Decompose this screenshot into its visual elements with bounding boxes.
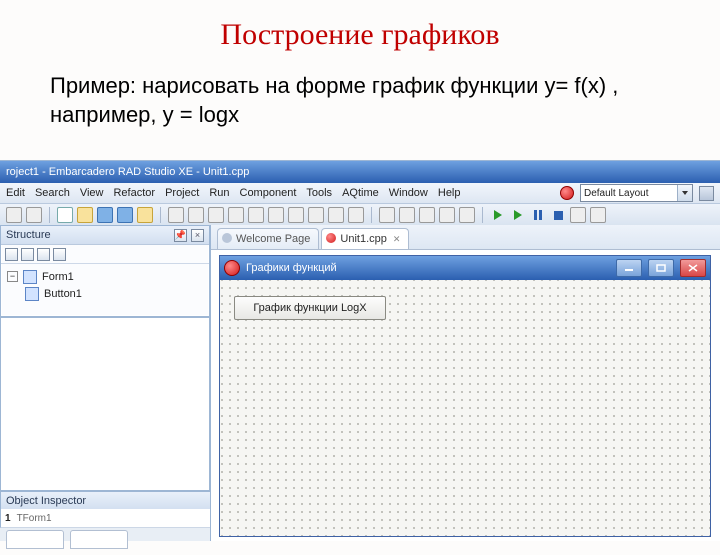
tab-unit1-cpp[interactable]: Unit1.cpp ✕ <box>321 228 409 249</box>
save-button[interactable] <box>97 207 113 223</box>
pause-button[interactable] <box>530 207 546 223</box>
new-button[interactable] <box>57 207 73 223</box>
step-into-button[interactable] <box>590 207 606 223</box>
ide-screenshot: roject1 - Embarcadero RAD Studio XE - Un… <box>0 160 720 541</box>
slide-title: Построение графиков <box>0 0 720 52</box>
tab-label: Unit1.cpp <box>340 233 386 245</box>
tab-label: Welcome Page <box>236 233 310 245</box>
save-layout-icon[interactable] <box>699 186 714 201</box>
editor-area: Welcome Page Unit1.cpp ✕ Графики функций <box>210 225 720 541</box>
toolbar-button[interactable] <box>328 207 344 223</box>
toolbar-button[interactable] <box>348 207 364 223</box>
toolbar-button[interactable] <box>168 207 184 223</box>
forward-button[interactable] <box>26 207 42 223</box>
menu-project[interactable]: Project <box>165 187 199 199</box>
toolbar-button[interactable] <box>379 207 395 223</box>
component-type: TForm1 <box>17 513 52 524</box>
object-inspector-label: Object Inspector <box>6 495 86 507</box>
structure-tool-icon[interactable] <box>21 248 34 261</box>
separator <box>482 207 483 223</box>
menu-window[interactable]: Window <box>389 187 428 199</box>
step-over-button[interactable] <box>570 207 586 223</box>
toolbar-button[interactable] <box>208 207 224 223</box>
chevron-down-icon <box>677 185 692 201</box>
home-icon <box>222 233 232 243</box>
run-button[interactable] <box>490 207 506 223</box>
run-no-debug-button[interactable] <box>510 207 526 223</box>
ide-window-title: roject1 - Embarcadero RAD Studio XE - Un… <box>6 166 249 178</box>
form-titlebar: Графики функций <box>220 256 710 280</box>
app-icon <box>224 260 240 276</box>
ide-menu-bar: Edit Search View Refactor Project Run Co… <box>0 183 720 204</box>
layout-dropdown[interactable]: Default Layout <box>580 184 693 202</box>
open-project-button[interactable] <box>137 207 153 223</box>
menu-edit[interactable]: Edit <box>6 187 25 199</box>
collapse-icon[interactable]: − <box>7 271 18 282</box>
menu-view[interactable]: View <box>80 187 104 199</box>
inspector-tabs <box>0 527 220 555</box>
structure-panel-title: Structure 📌 × <box>1 226 209 245</box>
form-caption: Графики функций <box>246 262 337 274</box>
slide-body: Пример: нарисовать на форме график функц… <box>0 52 720 139</box>
menu-refactor[interactable]: Refactor <box>113 187 155 199</box>
toolbar-button[interactable] <box>288 207 304 223</box>
menu-help[interactable]: Help <box>438 187 461 199</box>
toolbar-button[interactable] <box>308 207 324 223</box>
toolbar-button[interactable] <box>268 207 284 223</box>
editor-tabs: Welcome Page Unit1.cpp ✕ <box>211 225 720 250</box>
tree-item-button[interactable]: Button1 <box>7 285 203 302</box>
menu-search[interactable]: Search <box>35 187 70 199</box>
empty-panel <box>0 317 210 491</box>
separator <box>49 207 50 223</box>
tab-welcome-page[interactable]: Welcome Page <box>217 228 319 249</box>
menu-run[interactable]: Run <box>209 187 229 199</box>
close-icon[interactable]: ✕ <box>393 234 401 245</box>
toolbar-button[interactable] <box>439 207 455 223</box>
close-button[interactable] <box>680 259 706 277</box>
maximize-button[interactable] <box>648 259 674 277</box>
toolbar-button[interactable] <box>228 207 244 223</box>
tree-item-form[interactable]: − Form1 <box>7 268 203 285</box>
structure-tool-icon[interactable] <box>53 248 66 261</box>
menu-tools[interactable]: Tools <box>306 187 332 199</box>
structure-title-label: Structure <box>6 229 51 241</box>
menu-component[interactable]: Component <box>240 187 297 199</box>
form-button-label: График функции LogX <box>253 302 366 314</box>
structure-tool-icon[interactable] <box>5 248 18 261</box>
form-button-logx[interactable]: График функции LogX <box>234 296 386 320</box>
help-globe-icon[interactable] <box>560 186 574 200</box>
layout-dropdown-value: Default Layout <box>584 188 649 199</box>
tree-item-label: Button1 <box>44 288 82 300</box>
toolbar-button[interactable] <box>248 207 264 223</box>
toolbar-button[interactable] <box>188 207 204 223</box>
button-icon <box>25 287 39 301</box>
component-name: 1 <box>5 513 11 524</box>
ide-window-titlebar: roject1 - Embarcadero RAD Studio XE - Un… <box>0 161 720 183</box>
save-all-button[interactable] <box>117 207 133 223</box>
menu-aqtime[interactable]: AQtime <box>342 187 379 199</box>
stop-button[interactable] <box>550 207 566 223</box>
close-icon[interactable]: × <box>191 229 204 242</box>
structure-panel: Structure 📌 × − Form1 Button1 <box>0 225 210 317</box>
form-designer-window[interactable]: Графики функций График функции LogX <box>219 255 711 537</box>
ide-toolbar <box>0 204 720 227</box>
tree-item-label: Form1 <box>42 271 74 283</box>
object-inspector-title: Object Inspector <box>0 491 215 511</box>
toolbar-button[interactable] <box>459 207 475 223</box>
back-button[interactable] <box>6 207 22 223</box>
toolbar-button[interactable] <box>399 207 415 223</box>
structure-tree: − Form1 Button1 <box>1 264 209 306</box>
pin-icon[interactable]: 📌 <box>174 229 187 242</box>
minimize-button[interactable] <box>616 259 642 277</box>
cpp-file-icon <box>326 233 336 243</box>
structure-toolbar <box>1 245 209 264</box>
separator <box>371 207 372 223</box>
object-inspector-selector[interactable]: 1 TForm1 <box>0 509 214 528</box>
open-button[interactable] <box>77 207 93 223</box>
structure-tool-icon[interactable] <box>37 248 50 261</box>
toolbar-button[interactable] <box>419 207 435 223</box>
form-icon <box>23 270 37 284</box>
separator <box>160 207 161 223</box>
